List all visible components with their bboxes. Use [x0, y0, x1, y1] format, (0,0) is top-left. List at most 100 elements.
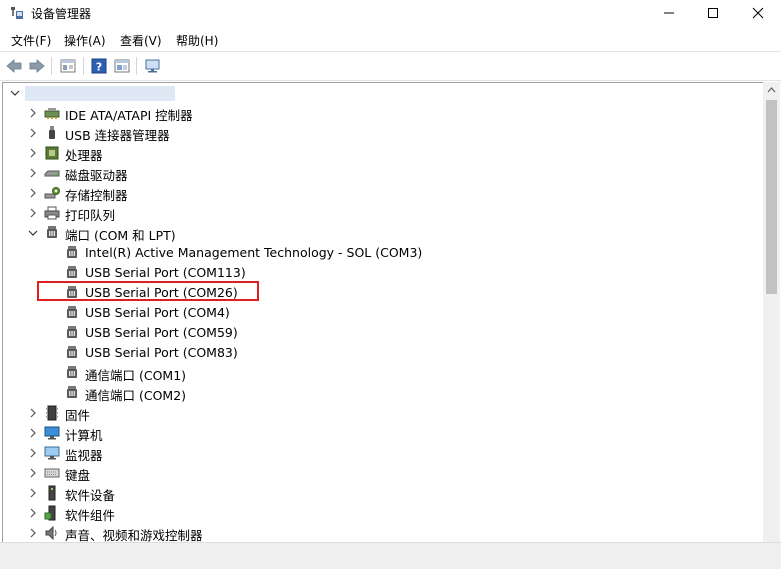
chevron-right-icon[interactable] — [27, 467, 39, 479]
port-item[interactable]: 通信端口 (COM1) — [3, 363, 764, 383]
tree-item-ide[interactable]: IDE ATA/ATAPI 控制器 — [3, 103, 764, 123]
chevron-right-icon[interactable] — [27, 407, 39, 419]
minimize-icon — [663, 12, 674, 14]
port-label: USB Serial Port (COM59) — [85, 325, 238, 340]
toolbar-separator — [83, 57, 84, 75]
title-bar: 设备管理器 — [0, 0, 781, 26]
port-label: USB Serial Port (COM113) — [85, 265, 246, 280]
toolbar-divider — [0, 80, 781, 81]
chevron-right-icon[interactable] — [27, 107, 39, 119]
port-label: 通信端口 (COM1) — [85, 368, 187, 383]
tree-item-label: USB 连接器管理器 — [65, 128, 170, 143]
tree-item-label: 软件组件 — [65, 508, 116, 523]
status-bar — [0, 542, 781, 569]
scan-hardware-button[interactable] — [142, 55, 164, 77]
chevron-right-icon[interactable] — [27, 447, 39, 459]
highlight-box — [37, 281, 259, 301]
forward-arrow-icon — [29, 59, 45, 73]
chevron-right-icon[interactable] — [27, 127, 39, 139]
chevron-right-icon[interactable] — [27, 527, 39, 539]
tree-item-label: IDE ATA/ATAPI 控制器 — [65, 108, 193, 123]
vertical-scrollbar[interactable] — [763, 82, 780, 542]
chevron-right-icon[interactable] — [27, 147, 39, 159]
ide-controller-icon — [44, 108, 60, 119]
software-device-icon — [48, 485, 56, 501]
software-component-icon — [44, 505, 56, 521]
tree-item-sound[interactable]: 声音、视频和游戏控制器 — [3, 523, 764, 543]
scroll-up-icon[interactable] — [767, 87, 776, 93]
chevron-right-icon[interactable] — [27, 207, 39, 219]
tree-item-label: 计算机 — [65, 428, 103, 443]
tree-item-usb-connector[interactable]: USB 连接器管理器 — [3, 123, 764, 143]
firmware-icon — [46, 405, 58, 421]
tree-item-storage[interactable]: 存储控制器 — [3, 183, 764, 203]
root-computer-name — [25, 86, 175, 101]
tree-item-label: 端口 (COM 和 LPT) — [65, 228, 176, 243]
scan-hardware-icon — [145, 59, 160, 73]
tree-item-computer[interactable]: 计算机 — [3, 423, 764, 443]
menu-help[interactable]: 帮助(H) — [176, 32, 218, 49]
tree-item-label: 声音、视频和游戏控制器 — [65, 528, 203, 543]
view-button[interactable] — [111, 55, 133, 77]
tree-item-processor[interactable]: 处理器 — [3, 143, 764, 163]
port-item[interactable]: 通信端口 (COM2) — [3, 383, 764, 403]
computer-icon — [44, 426, 60, 440]
close-button[interactable] — [735, 0, 780, 26]
scrollbar-thumb[interactable] — [766, 100, 777, 294]
chevron-right-icon[interactable] — [27, 167, 39, 179]
back-button[interactable] — [3, 55, 25, 77]
disk-drive-icon — [44, 170, 60, 177]
menu-action[interactable]: 操作(A) — [64, 32, 106, 49]
properties-icon — [60, 59, 76, 73]
tree-item-firmware[interactable]: 固件 — [3, 403, 764, 423]
usb-connector-icon — [49, 126, 55, 139]
tree-item-disk[interactable]: 磁盘驱动器 — [3, 163, 764, 183]
tree-item-label: 软件设备 — [65, 488, 116, 503]
port-icon — [67, 366, 77, 378]
back-arrow-icon — [6, 59, 22, 73]
sound-icon — [45, 525, 57, 541]
tree-item-monitor[interactable]: 监视器 — [3, 443, 764, 463]
menu-file[interactable]: 文件(F) — [11, 32, 51, 49]
chevron-right-icon[interactable] — [27, 427, 39, 439]
printer-icon — [44, 206, 60, 220]
port-icon — [47, 226, 57, 238]
tree-item-label: 键盘 — [65, 468, 91, 483]
window-title: 设备管理器 — [31, 7, 92, 21]
tree-root[interactable] — [3, 83, 764, 103]
forward-button[interactable] — [26, 55, 48, 77]
device-tree[interactable]: IDE ATA/ATAPI 控制器 USB 连接器管理器 处理器 磁盘驱动器 存… — [2, 82, 764, 543]
monitor-icon — [44, 446, 60, 460]
chevron-right-icon[interactable] — [27, 507, 39, 519]
port-item[interactable]: USB Serial Port (COM83) — [3, 343, 764, 363]
tree-item-keyboard[interactable]: 键盘 — [3, 463, 764, 483]
toolbar: ? — [0, 52, 781, 80]
port-icon — [67, 386, 77, 398]
menu-view[interactable]: 查看(V) — [120, 32, 162, 49]
toolbar-separator — [51, 57, 52, 75]
tree-item-software-device[interactable]: 软件设备 — [3, 483, 764, 503]
properties-button[interactable] — [57, 55, 79, 77]
minimize-button[interactable] — [646, 0, 691, 26]
tree-item-label: 打印队列 — [65, 208, 116, 223]
maximize-button[interactable] — [690, 0, 735, 26]
tree-item-software-component[interactable]: 软件组件 — [3, 503, 764, 523]
port-icon — [67, 346, 77, 358]
port-label: USB Serial Port (COM83) — [85, 345, 238, 360]
help-button[interactable]: ? — [88, 55, 110, 77]
port-item[interactable]: USB Serial Port (COM4) — [3, 303, 764, 323]
port-item[interactable]: USB Serial Port (COM59) — [3, 323, 764, 343]
port-item[interactable]: USB Serial Port (COM113) — [3, 263, 764, 283]
svg-text:?: ? — [96, 61, 102, 74]
port-label: 通信端口 (COM2) — [85, 388, 187, 403]
chevron-down-icon[interactable] — [27, 227, 39, 239]
tree-item-ports[interactable]: 端口 (COM 和 LPT) — [3, 223, 764, 243]
chevron-down-icon[interactable] — [9, 87, 21, 99]
port-item[interactable]: Intel(R) Active Management Technology - … — [3, 243, 764, 263]
tree-item-printer[interactable]: 打印队列 — [3, 203, 764, 223]
tree-item-label: 存储控制器 — [65, 188, 128, 203]
chevron-right-icon[interactable] — [27, 487, 39, 499]
help-icon: ? — [91, 58, 107, 74]
processor-icon — [45, 146, 59, 160]
chevron-right-icon[interactable] — [27, 187, 39, 199]
